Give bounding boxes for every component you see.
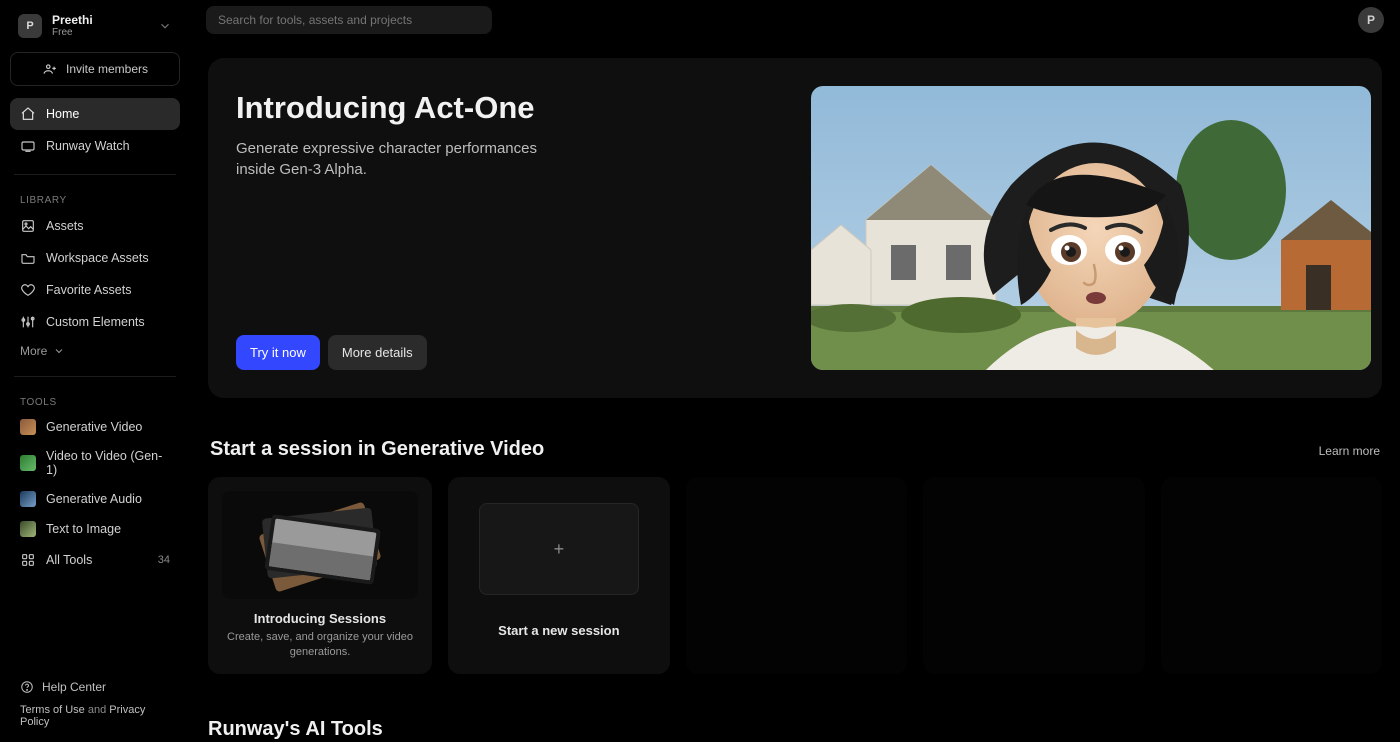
- content: Introducing Act-One Generate expressive …: [190, 34, 1400, 741]
- tool-swatch-icon: [20, 455, 36, 471]
- card-thumbnail: +: [222, 491, 418, 599]
- card-start-new-session[interactable]: + Start a new session: [448, 477, 670, 674]
- sidebar-item-label: Workspace Assets: [46, 251, 170, 265]
- legal-links: Terms of Use and Privacy Policy: [14, 700, 176, 728]
- account-name: Preethi: [52, 14, 158, 27]
- sidebar-item-runway-watch[interactable]: Runway Watch: [10, 130, 180, 162]
- section-heading-tools: TOOLS: [10, 389, 180, 412]
- sidebar-item-label: Custom Elements: [46, 315, 170, 329]
- sidebar-more[interactable]: More: [10, 338, 180, 364]
- tool-label: Video to Video (Gen-1): [46, 449, 170, 477]
- help-center-label: Help Center: [42, 680, 106, 694]
- hero-image: [811, 86, 1371, 370]
- card-empty-slot: [1161, 477, 1382, 674]
- topbar: P: [190, 0, 1400, 34]
- sidebar-item-label: Home: [46, 107, 170, 121]
- sidebar-tool-text-to-image[interactable]: Text to Image: [10, 514, 180, 544]
- heart-icon: [20, 282, 36, 298]
- plus-icon: +: [554, 540, 565, 558]
- card-description: Create, save, and organize your video ge…: [225, 630, 415, 660]
- card-empty-slot: [923, 477, 1144, 674]
- invite-label: Invite members: [66, 62, 148, 76]
- invite-icon: [42, 61, 58, 77]
- hero-title: Introducing Act-One: [236, 90, 791, 126]
- card-title: Introducing Sessions: [254, 611, 386, 626]
- help-center-link[interactable]: Help Center: [14, 674, 176, 700]
- divider: [14, 174, 176, 175]
- chevron-down-icon: [158, 19, 172, 33]
- account-switcher[interactable]: P Preethi Free: [10, 8, 180, 44]
- sidebar-more-label: More: [20, 344, 47, 358]
- sidebar-item-label: Favorite Assets: [46, 283, 170, 297]
- sliders-icon: [20, 314, 36, 330]
- session-cards: + Introducing Sessions Create, save, and…: [208, 477, 1382, 674]
- generative-video-title: Start a session in Generative Video: [210, 438, 544, 461]
- section-heading-library: LIBRARY: [10, 187, 180, 210]
- avatar: P: [18, 14, 42, 38]
- sidebar-tool-generative-video[interactable]: Generative Video: [10, 412, 180, 442]
- main: P Introducing Act-One Generate expressiv…: [190, 0, 1400, 742]
- card-empty-slot: [686, 477, 907, 674]
- sidebar-item-label: Assets: [46, 219, 170, 233]
- account-plan: Free: [52, 27, 158, 38]
- sidebar-item-workspace-assets[interactable]: Workspace Assets: [10, 242, 180, 274]
- card-title: Start a new session: [498, 623, 619, 638]
- hero-subtitle: Generate expressive character performanc…: [236, 138, 566, 180]
- tv-icon: [20, 138, 36, 154]
- sidebar-tool-video-to-video[interactable]: Video to Video (Gen-1): [10, 442, 180, 484]
- tool-swatch-icon: [20, 419, 36, 435]
- sidebar-item-label: Runway Watch: [46, 139, 170, 153]
- tool-label: Text to Image: [46, 522, 121, 536]
- sidebar-item-assets[interactable]: Assets: [10, 210, 180, 242]
- chevron-down-icon: [53, 345, 65, 357]
- terms-link[interactable]: Terms of Use: [20, 704, 85, 716]
- sidebar: P Preethi Free Invite members Home Runwa…: [0, 0, 190, 742]
- ai-tools-title: Runway's AI Tools: [208, 718, 1382, 741]
- grid-icon: [20, 552, 36, 568]
- more-details-button[interactable]: More details: [328, 335, 427, 370]
- tool-label: All Tools: [46, 553, 148, 567]
- sidebar-item-home[interactable]: Home: [10, 98, 180, 130]
- tool-count: 34: [158, 554, 170, 566]
- tool-swatch-icon: [20, 521, 36, 537]
- sidebar-item-custom-elements[interactable]: Custom Elements: [10, 306, 180, 338]
- card-introducing-sessions[interactable]: + Introducing Sessions Create, save, and…: [208, 477, 432, 674]
- divider: [14, 376, 176, 377]
- tool-label: Generative Video: [46, 420, 142, 434]
- hero-banner: Introducing Act-One Generate expressive …: [208, 58, 1382, 398]
- card-thumbnail: +: [479, 503, 639, 595]
- help-icon: [20, 680, 34, 694]
- assets-icon: [20, 218, 36, 234]
- sidebar-tool-all-tools[interactable]: All Tools 34: [10, 544, 180, 576]
- workspace-icon: [20, 250, 36, 266]
- tool-swatch-icon: [20, 491, 36, 507]
- tool-label: Generative Audio: [46, 492, 142, 506]
- invite-members-button[interactable]: Invite members: [10, 52, 180, 86]
- sidebar-tool-generative-audio[interactable]: Generative Audio: [10, 484, 180, 514]
- user-avatar[interactable]: P: [1358, 7, 1384, 33]
- learn-more-link[interactable]: Learn more: [1319, 444, 1380, 458]
- sidebar-item-favorite-assets[interactable]: Favorite Assets: [10, 274, 180, 306]
- home-icon: [20, 106, 36, 122]
- search-input[interactable]: [206, 6, 492, 34]
- try-it-now-button[interactable]: Try it now: [236, 335, 320, 370]
